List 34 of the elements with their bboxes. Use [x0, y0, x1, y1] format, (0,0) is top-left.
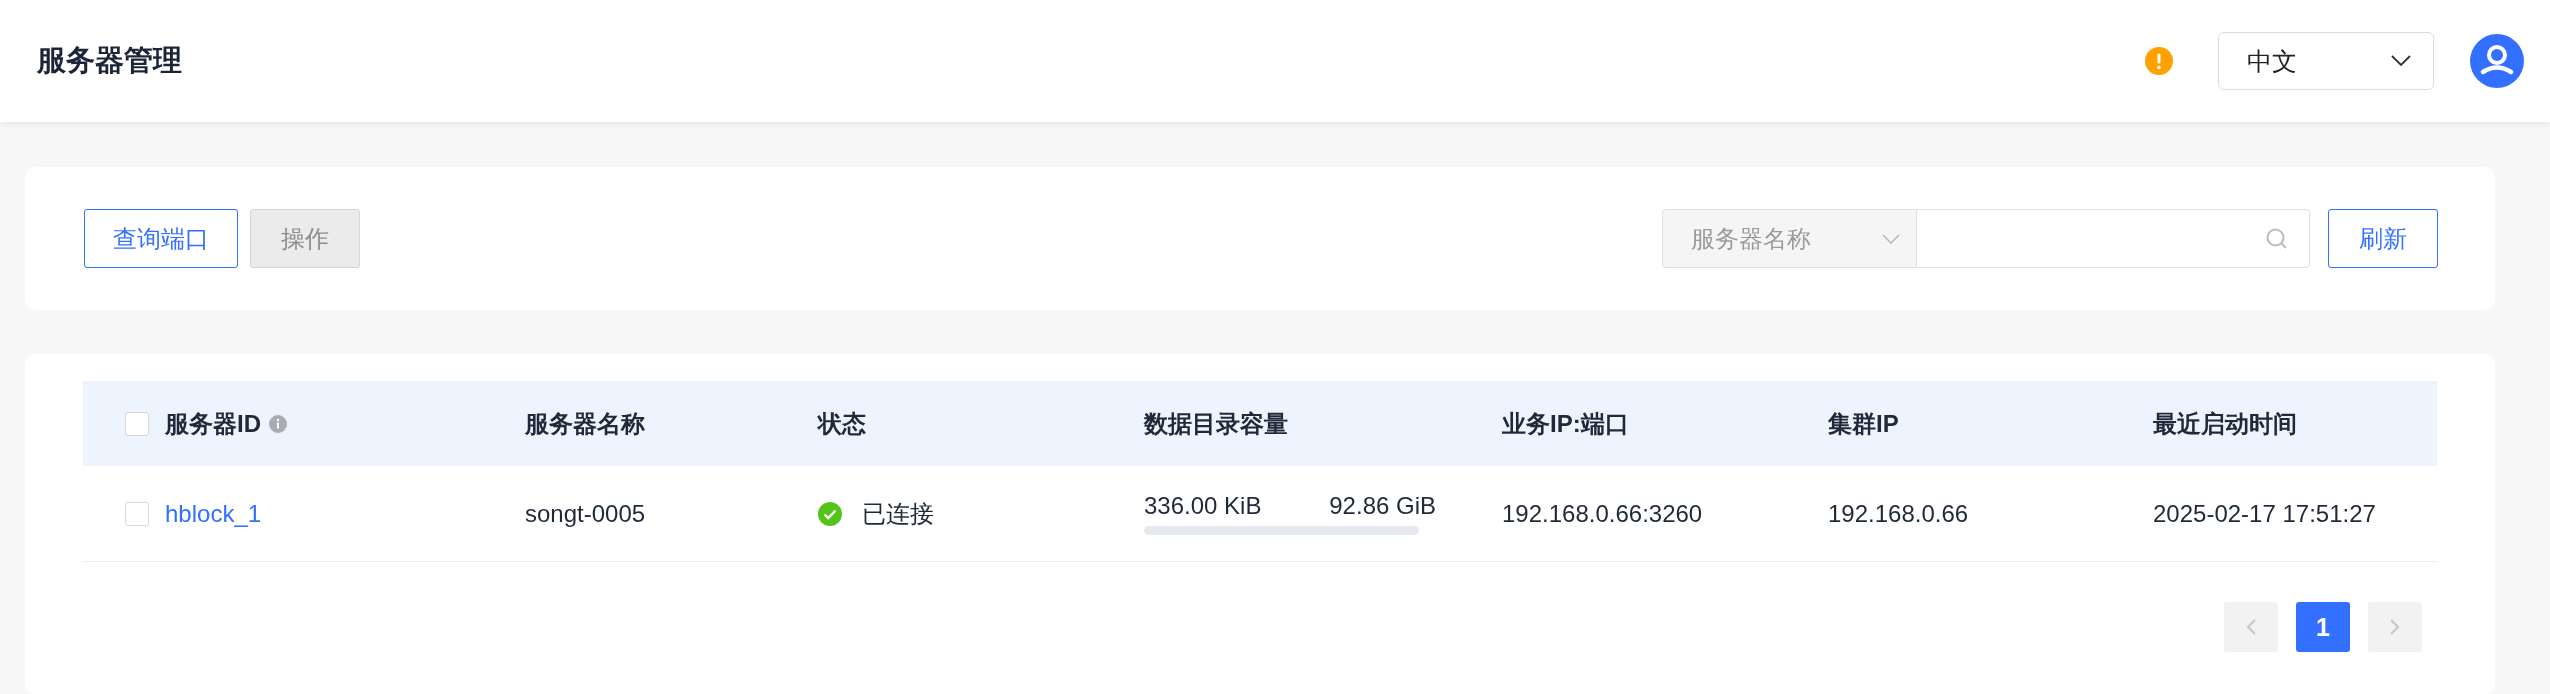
table-cell: songt-0005	[525, 499, 646, 528]
row-checkbox[interactable]	[125, 501, 149, 526]
chevron-right-icon	[2389, 618, 2401, 636]
chevron-down-icon	[1882, 233, 1900, 244]
user-avatar-icon[interactable]	[2470, 34, 2524, 88]
used-capacity: 336.00 KiB	[1144, 492, 1262, 520]
column-header: 数据目录容量	[1144, 408, 1288, 439]
page-title: 服务器管理	[37, 43, 182, 78]
page-button[interactable]: 1	[2296, 602, 2350, 652]
table-cell: 192.168.0.66	[1828, 499, 1969, 528]
column-header: 服务器ID	[165, 408, 261, 439]
chevron-down-icon	[2391, 55, 2411, 67]
previous-page-button[interactable]	[2224, 602, 2278, 652]
column-header: 状态	[818, 408, 866, 439]
column-header: 最近启动时间	[2153, 408, 2297, 439]
select-all-checkbox[interactable]	[125, 411, 149, 436]
check-circle-icon	[818, 501, 842, 526]
chevron-left-icon	[2245, 618, 2257, 636]
search-icon	[2265, 226, 2289, 251]
search-field[interactable]	[1916, 209, 2310, 268]
column-header: 业务IP:端口	[1502, 408, 1629, 439]
next-page-button[interactable]	[2368, 602, 2422, 652]
action-button[interactable]: 查询端口	[84, 209, 238, 268]
refresh-button[interactable]: 刷新	[2328, 209, 2438, 268]
total-capacity: 92.86 GiB	[1329, 492, 1436, 520]
column-header: 集群IP	[1828, 408, 1899, 439]
table-cell: 192.168.0.66:3260	[1502, 499, 1703, 528]
language-select[interactable]: 中文	[2218, 32, 2434, 90]
column-header: 服务器名称	[525, 408, 645, 439]
filter-select[interactable]: 服务器名称	[1662, 209, 1916, 268]
server-id-link[interactable]: hblock_1	[165, 499, 262, 528]
status-text: 已连接	[862, 498, 934, 529]
table-cell: 2025-02-17 17:51:27	[2153, 499, 2376, 528]
warning-icon[interactable]	[2145, 47, 2173, 75]
